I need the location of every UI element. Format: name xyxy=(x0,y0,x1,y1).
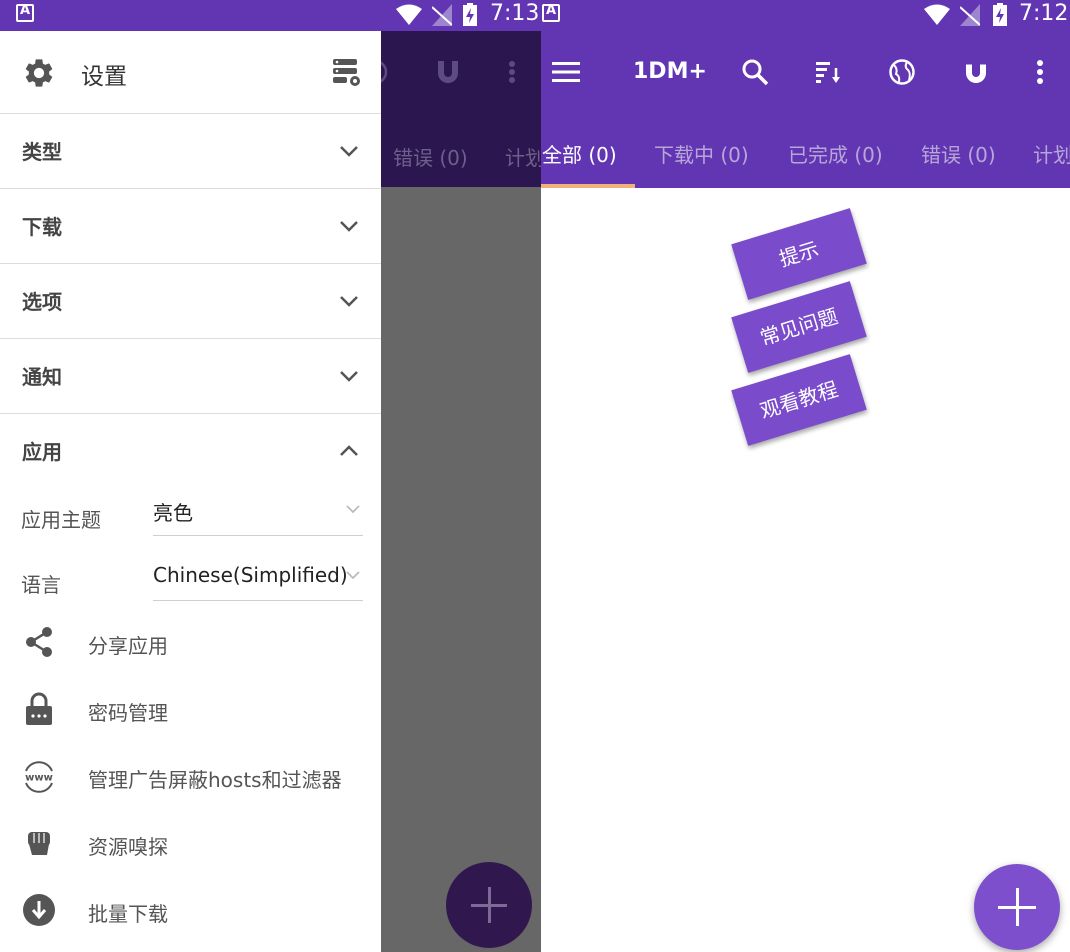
language-underline xyxy=(153,600,363,601)
right-screen: A 7:12 1DM+ 全部 (0) 下载中 (0) 已完成 (0) 错误 (0… xyxy=(541,0,1070,952)
battery-charging-icon xyxy=(463,3,477,26)
theme-label: 应用主题 xyxy=(21,508,101,532)
tab-completed[interactable]: 已完成 (0) xyxy=(788,139,883,168)
tab-all[interactable]: 全部 (0) xyxy=(542,139,617,168)
menu-adblock-hosts[interactable]: www 管理广告屏蔽hosts和过滤器 xyxy=(0,744,381,810)
menu-password-manager[interactable]: 密码管理 xyxy=(0,677,381,743)
language-label: 语言 xyxy=(21,573,61,597)
app-notification-icon: A xyxy=(16,3,34,22)
download-circle-icon xyxy=(23,894,55,926)
section-type[interactable]: 类型 xyxy=(0,113,381,188)
tab-schedule[interactable]: 计划 xyxy=(1033,139,1070,168)
section-label: 类型 xyxy=(22,140,62,164)
theme-setting-row: 应用主题 亮色 xyxy=(0,489,381,555)
menu-label: 分享应用 xyxy=(88,634,168,658)
language-select[interactable]: Chinese(Simplified) xyxy=(153,563,348,587)
section-download[interactable]: 下载 xyxy=(0,188,381,263)
dimmed-tab-error: 错误 (0) xyxy=(393,146,468,170)
chevron-down-icon xyxy=(340,371,358,382)
chevron-down-icon xyxy=(340,296,358,307)
settings-config-icon[interactable] xyxy=(331,56,363,88)
theme-select[interactable]: 亮色 xyxy=(153,497,193,526)
no-signal-icon xyxy=(432,4,452,26)
lock-icon xyxy=(26,692,52,725)
menu-label: 批量下载 xyxy=(88,902,168,926)
section-options[interactable]: 选项 xyxy=(0,263,381,338)
menu-label: 管理广告屏蔽hosts和过滤器 xyxy=(88,768,342,792)
tab-downloading[interactable]: 下载中 (0) xyxy=(654,139,749,168)
menu-resource-sniffer[interactable]: 资源嗅探 xyxy=(0,811,381,877)
www-globe-icon: www xyxy=(25,761,53,793)
wifi-icon xyxy=(396,4,422,25)
section-notifications[interactable]: 通知 xyxy=(0,338,381,413)
status-time: 7:13 xyxy=(490,1,540,26)
share-icon xyxy=(26,627,52,657)
dropdown-arrow-icon[interactable] xyxy=(345,503,361,515)
status-time: 7:12 xyxy=(1019,1,1069,26)
search-icon[interactable] xyxy=(740,57,770,87)
more-vert-icon xyxy=(509,61,515,83)
chevron-down-icon xyxy=(340,221,358,232)
more-vert-icon[interactable] xyxy=(1025,57,1055,87)
dimmed-tab-schedule: 计划 xyxy=(505,146,541,170)
sort-icon[interactable] xyxy=(813,57,843,87)
settings-drawer: 设置 类型 下载 选项 通知 应用 应用主题 亮色 语言 Chinese(Sim… xyxy=(0,31,381,952)
section-app[interactable]: 应用 xyxy=(0,413,381,488)
gear-icon xyxy=(25,59,53,87)
theme-underline xyxy=(153,535,363,536)
magnet-icon xyxy=(438,61,458,83)
menu-hamburger-icon[interactable] xyxy=(551,57,581,87)
section-label: 应用 xyxy=(22,440,62,464)
section-label: 选项 xyxy=(22,290,62,314)
drawer-title: 设置 xyxy=(81,64,127,90)
chevron-down-icon xyxy=(340,146,358,157)
magnet-icon[interactable] xyxy=(961,57,991,87)
status-bar: A 7:12 xyxy=(541,0,1070,31)
app-title: 1DM+ xyxy=(633,59,707,84)
status-bar: A 7:13 xyxy=(0,0,541,31)
section-label: 通知 xyxy=(22,365,62,389)
no-signal-icon xyxy=(960,4,980,26)
dropdown-arrow-icon[interactable] xyxy=(345,569,361,581)
tab-error[interactable]: 错误 (0) xyxy=(921,139,996,168)
drawer-header: 设置 xyxy=(0,31,381,113)
active-tab-indicator xyxy=(541,184,635,188)
battery-charging-icon xyxy=(993,3,1007,26)
app-toolbar: 1DM+ 全部 (0) 下载中 (0) 已完成 (0) 错误 (0) 计划 xyxy=(541,31,1070,188)
menu-label: 密码管理 xyxy=(88,701,168,725)
globe-icon[interactable] xyxy=(887,57,917,87)
dimmed-add-fab xyxy=(446,862,532,948)
add-download-fab[interactable] xyxy=(974,864,1060,950)
fist-icon xyxy=(28,832,50,855)
svg-text:www: www xyxy=(25,773,53,784)
app-notification-icon: A xyxy=(542,3,560,22)
menu-batch-download[interactable]: 批量下载 xyxy=(0,878,381,944)
chevron-up-icon xyxy=(340,445,358,456)
wifi-icon xyxy=(924,4,950,25)
menu-share-app[interactable]: 分享应用 xyxy=(0,610,381,676)
section-label: 下载 xyxy=(22,215,62,239)
left-screen: A 7:13 错误 (0) 计划 设置 类型 下载 选项 通知 应用 应用主题 … xyxy=(0,0,541,952)
menu-label: 资源嗅探 xyxy=(88,835,168,859)
